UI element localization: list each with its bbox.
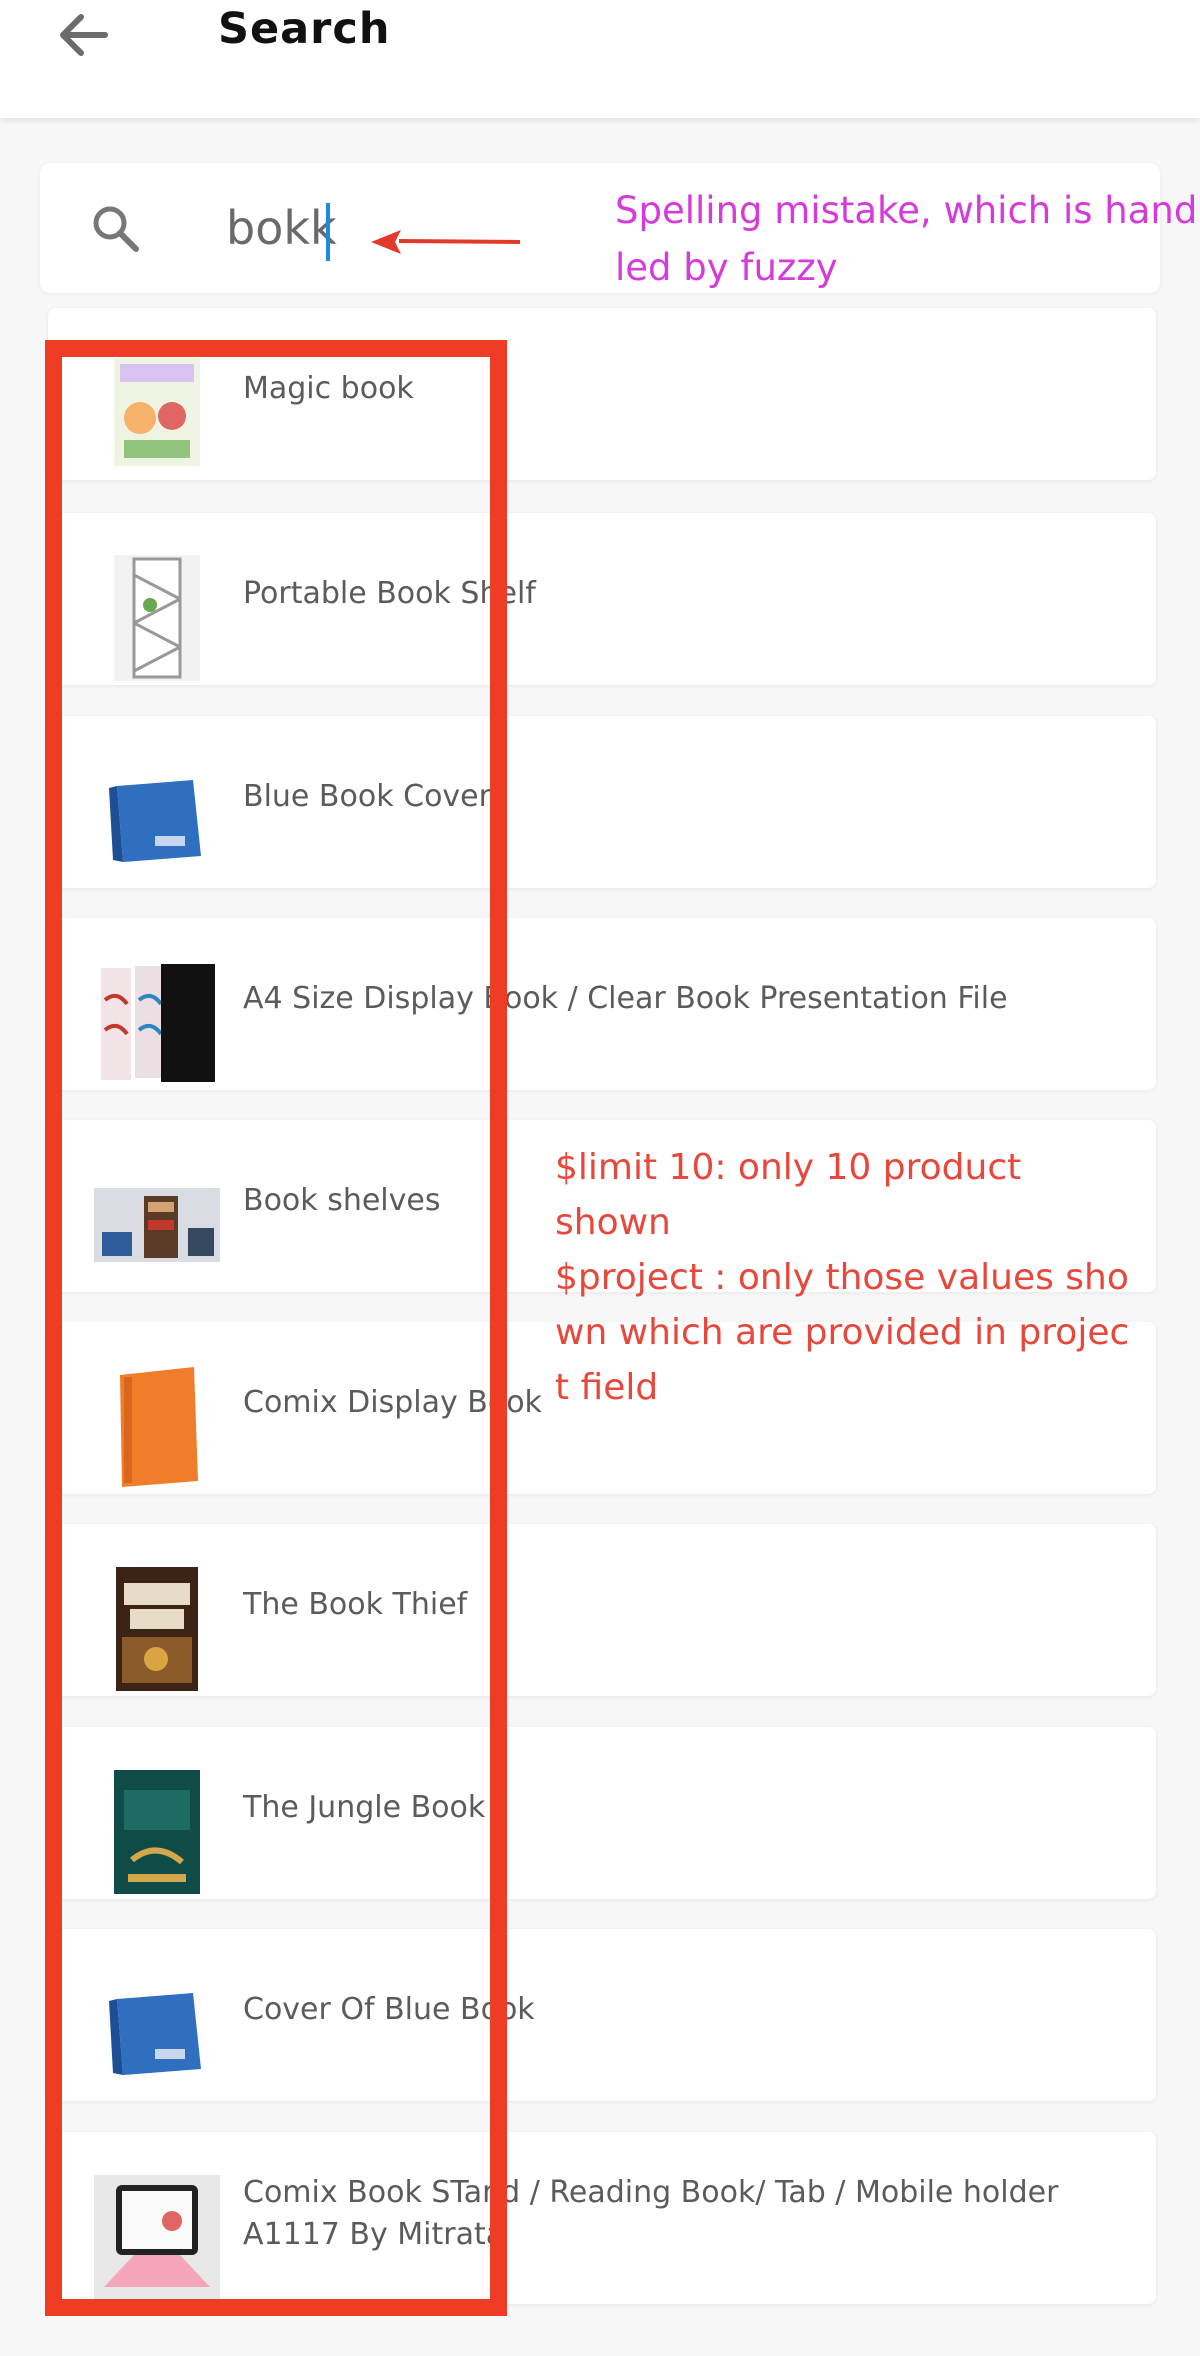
limit-project-annotation: $limit 10: only 10 product shown $projec… — [555, 1147, 1130, 1408]
highlight-annotation-box — [45, 340, 507, 2316]
spelling-annotation: Spelling mistake, which is hand led by f… — [615, 189, 1198, 289]
page-title: Search — [218, 4, 391, 54]
search-icon — [93, 206, 139, 252]
text-caret — [326, 203, 330, 261]
annotation-arrow-icon — [371, 230, 521, 254]
back-button[interactable] — [48, 0, 118, 70]
arrow-left-icon — [60, 14, 108, 56]
app-header: Search — [0, 0, 1200, 118]
